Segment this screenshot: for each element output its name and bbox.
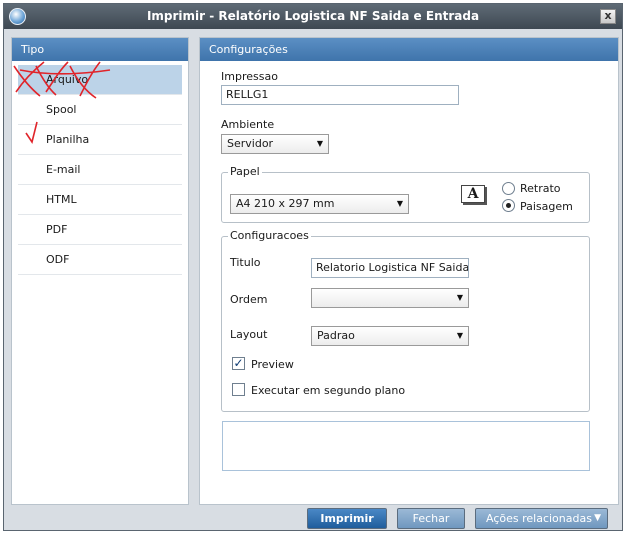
acoes-relacionadas-label: Ações relacionadas — [486, 512, 592, 525]
segundo-plano-checkbox[interactable] — [232, 383, 245, 396]
paisagem-label: Paisagem — [520, 200, 573, 213]
titulo-label: Titulo — [230, 256, 261, 269]
title-bar: Imprimir - Relatório Logistica NF Saida … — [4, 4, 622, 29]
retrato-radio[interactable] — [502, 182, 515, 195]
imprimir-button[interactable]: Imprimir — [307, 508, 387, 529]
preview-checkbox[interactable]: ✓ — [232, 357, 245, 370]
tipo-item-pdf[interactable]: PDF — [18, 215, 182, 245]
tipo-item-spool[interactable]: Spool — [18, 95, 182, 125]
tipo-list: Arquivo Spool Planilha E-mail HTML PDF O… — [12, 61, 188, 275]
chevron-down-icon: ▼ — [594, 513, 601, 523]
acoes-relacionadas-button[interactable]: Ações relacionadas ▼ — [475, 508, 608, 529]
segundo-plano-label: Executar em segundo plano — [251, 384, 406, 397]
tipo-item-email[interactable]: E-mail — [18, 155, 182, 185]
configuracoes-group-title: Configuracoes — [228, 229, 311, 242]
close-button[interactable]: x — [600, 9, 616, 24]
tipo-item-planilha[interactable]: Planilha — [18, 125, 182, 155]
app-icon — [9, 8, 26, 25]
page-orientation-icon: A — [461, 185, 485, 203]
tipo-item-html[interactable]: HTML — [18, 185, 182, 215]
chevron-down-icon: ▼ — [316, 139, 324, 148]
ambiente-select[interactable]: Servidor ▼ — [221, 134, 329, 154]
layout-value: Padrao — [317, 329, 355, 342]
chevron-down-icon: ▼ — [396, 199, 404, 208]
papel-title: Papel — [228, 165, 262, 178]
ordem-select[interactable]: ▼ — [311, 288, 469, 308]
fechar-button[interactable]: Fechar — [397, 508, 465, 529]
chevron-down-icon: ▼ — [456, 293, 464, 302]
configuracoes-header: Configurações — [200, 38, 618, 61]
description-box — [222, 421, 590, 471]
retrato-label: Retrato — [520, 182, 561, 195]
ambiente-value: Servidor — [227, 137, 274, 150]
ambiente-label: Ambiente — [221, 118, 275, 131]
preview-label: Preview — [251, 358, 294, 371]
paisagem-radio[interactable] — [502, 199, 515, 212]
chevron-down-icon: ▼ — [456, 331, 464, 340]
window-title: Imprimir - Relatório Logistica NF Saida … — [146, 9, 480, 23]
impressao-label: Impressao — [221, 70, 278, 83]
paper-size-select[interactable]: A4 210 x 297 mm ▼ — [230, 194, 409, 214]
layout-select[interactable]: Padrao ▼ — [311, 326, 469, 346]
tipo-header: Tipo — [12, 38, 188, 61]
titulo-input[interactable]: Relatorio Logistica NF Saida e E — [311, 258, 469, 278]
ordem-label: Ordem — [230, 293, 268, 306]
layout-label: Layout — [230, 328, 268, 341]
tipo-item-arquivo[interactable]: Arquivo — [18, 65, 182, 95]
tipo-item-odf[interactable]: ODF — [18, 245, 182, 275]
impressao-input[interactable]: RELLG1 — [221, 85, 459, 105]
paper-size-value: A4 210 x 297 mm — [236, 197, 335, 210]
tipo-panel: Tipo Arquivo Spool Planilha E-mail HTML … — [11, 37, 189, 505]
